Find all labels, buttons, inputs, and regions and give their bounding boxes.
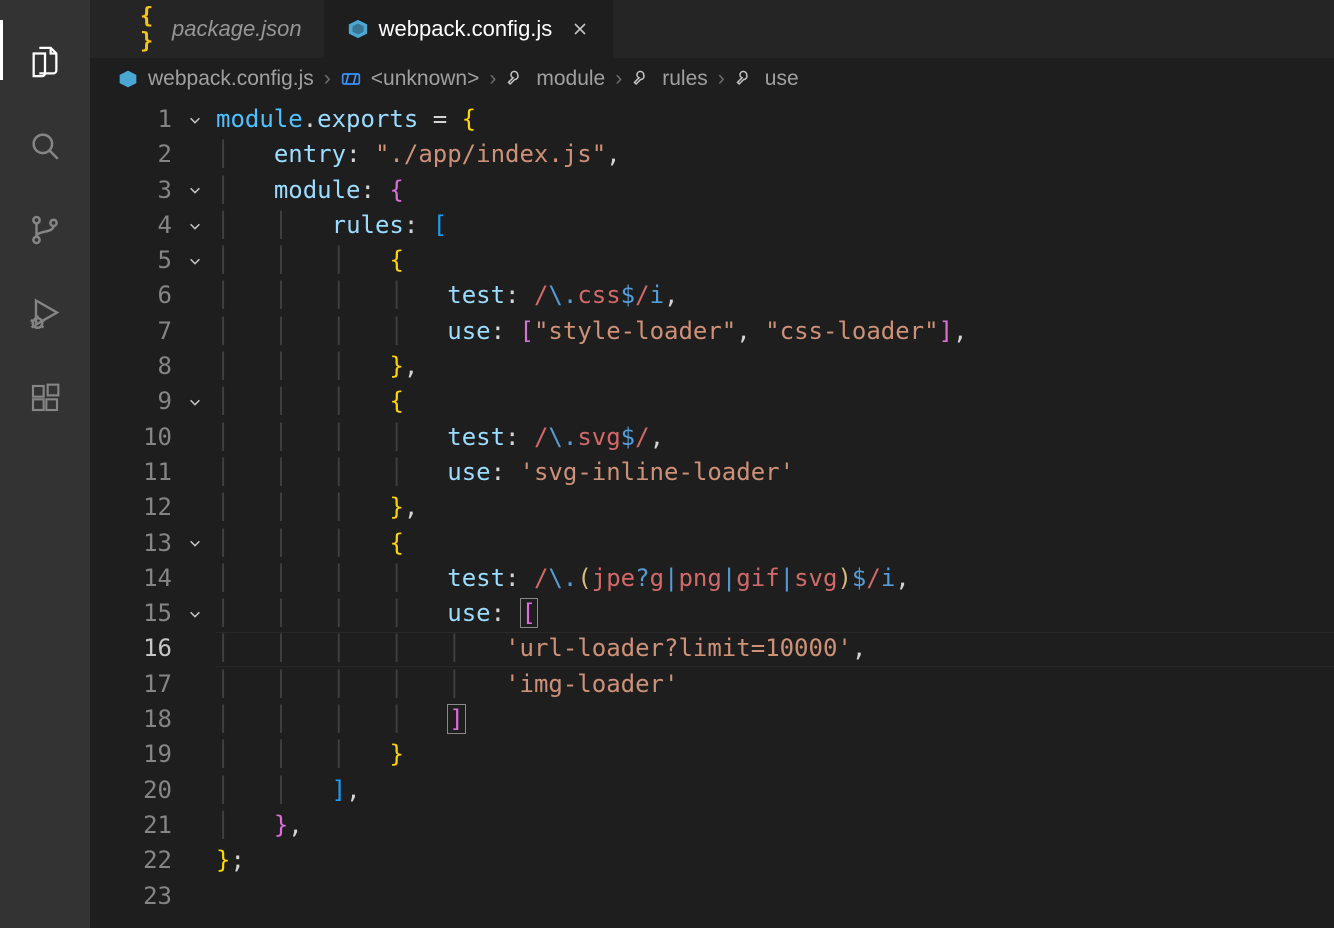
chevron-right-icon: › <box>615 67 622 91</box>
line-number: 11 <box>90 455 216 490</box>
line-number: 12 <box>90 490 216 525</box>
code-line[interactable]: │ │ ], <box>216 773 1334 808</box>
activity-explorer[interactable] <box>21 38 69 86</box>
code-line[interactable] <box>216 879 1334 914</box>
line-number: 10 <box>90 420 216 455</box>
chevron-right-icon: › <box>489 67 496 91</box>
code-line[interactable]: }; <box>216 843 1334 878</box>
code-line[interactable]: │ │ │ │ │ 'img-loader' <box>216 667 1334 702</box>
fold-chevron-icon[interactable] <box>186 102 204 137</box>
tab-webpack-config[interactable]: webpack.config.js <box>325 0 614 58</box>
code-line[interactable]: │ │ │ { <box>216 243 1334 278</box>
tab-package-json[interactable]: { } package.json <box>118 0 325 58</box>
wrench-icon <box>735 69 755 89</box>
symbol-module-icon <box>341 69 361 89</box>
code-line[interactable]: │ │ │ }, <box>216 349 1334 384</box>
breadcrumb-item[interactable]: <unknown> <box>371 67 480 91</box>
line-number: 7 <box>90 314 216 349</box>
webpack-cube-icon <box>347 18 369 40</box>
run-debug-icon <box>27 296 63 332</box>
code-line[interactable]: │ │ │ │ test: /\.svg$/, <box>216 420 1334 455</box>
activity-search[interactable] <box>21 122 69 170</box>
activity-source-control[interactable] <box>21 206 69 254</box>
line-number: 16 <box>90 631 216 666</box>
line-number: 13 <box>90 526 216 561</box>
breadcrumb[interactable]: webpack.config.js › <unknown> › module ›… <box>90 58 1334 100</box>
code-line[interactable]: │ │ │ { <box>216 384 1334 419</box>
files-icon <box>28 45 62 79</box>
line-number: 9 <box>90 384 216 419</box>
line-number: 17 <box>90 667 216 702</box>
fold-chevron-icon[interactable] <box>186 596 204 631</box>
code-line[interactable]: │ │ │ │ test: /\.(jpe?g|png|gif|svg)$/i, <box>216 561 1334 596</box>
code-line[interactable]: │ │ rules: [ <box>216 208 1334 243</box>
close-icon <box>572 21 588 37</box>
line-number: 5 <box>90 243 216 278</box>
line-number-gutter: 1234567891011121314151617181920212223 <box>90 102 216 928</box>
branch-icon <box>28 213 62 247</box>
line-number: 15 <box>90 596 216 631</box>
tab-label: package.json <box>172 16 302 42</box>
fold-chevron-icon[interactable] <box>186 384 204 419</box>
line-number: 14 <box>90 561 216 596</box>
activity-bar <box>0 0 90 928</box>
code-line[interactable]: │ │ │ │ │ 'url-loader?limit=10000', <box>216 631 1334 666</box>
activity-active-indicator <box>0 20 3 80</box>
code-line[interactable]: │ │ │ │ ] <box>216 702 1334 737</box>
editor-area: { } package.json webpack.config.js webpa… <box>90 0 1334 928</box>
code-line[interactable]: │ }, <box>216 808 1334 843</box>
wrench-icon <box>506 69 526 89</box>
line-number: 23 <box>90 879 216 914</box>
search-icon <box>28 129 62 163</box>
line-number: 21 <box>90 808 216 843</box>
breadcrumb-item[interactable]: rules <box>662 67 708 91</box>
line-number: 8 <box>90 349 216 384</box>
code-editor[interactable]: 1234567891011121314151617181920212223 mo… <box>90 100 1334 928</box>
fold-chevron-icon[interactable] <box>186 208 204 243</box>
code-line[interactable]: │ │ │ │ test: /\.css$/i, <box>216 278 1334 313</box>
breadcrumb-item[interactable]: webpack.config.js <box>148 67 314 91</box>
line-number: 4 <box>90 208 216 243</box>
breadcrumb-item[interactable]: module <box>536 67 605 91</box>
code-line[interactable]: │ entry: "./app/index.js", <box>216 137 1334 172</box>
json-braces-icon: { } <box>140 18 162 40</box>
line-number: 20 <box>90 773 216 808</box>
fold-chevron-icon[interactable] <box>186 526 204 561</box>
fold-chevron-icon[interactable] <box>186 243 204 278</box>
code-line[interactable]: │ │ │ } <box>216 737 1334 772</box>
code-line[interactable]: │ │ │ │ use: 'svg-inline-loader' <box>216 455 1334 490</box>
chevron-right-icon: › <box>324 67 331 91</box>
line-number: 19 <box>90 737 216 772</box>
code-line[interactable]: │ │ │ │ use: [ <box>216 596 1334 631</box>
extensions-icon <box>29 382 61 414</box>
tab-bar: { } package.json webpack.config.js <box>90 0 1334 58</box>
line-number: 1 <box>90 102 216 137</box>
breadcrumb-item[interactable]: use <box>765 67 799 91</box>
code-line[interactable]: │ │ │ { <box>216 526 1334 561</box>
line-number: 18 <box>90 702 216 737</box>
fold-chevron-icon[interactable] <box>186 173 204 208</box>
wrench-icon <box>632 69 652 89</box>
tab-close-button[interactable] <box>570 19 590 39</box>
line-number: 22 <box>90 843 216 878</box>
chevron-right-icon: › <box>718 67 725 91</box>
code-line[interactable]: │ │ │ │ use: ["style-loader", "css-loade… <box>216 314 1334 349</box>
webpack-cube-icon <box>118 69 138 89</box>
activity-extensions[interactable] <box>21 374 69 422</box>
code-line[interactable]: │ │ │ }, <box>216 490 1334 525</box>
code-line[interactable]: module.exports = { <box>216 102 1334 137</box>
code-line[interactable]: │ module: { <box>216 173 1334 208</box>
line-number: 2 <box>90 137 216 172</box>
code-content[interactable]: module.exports = {│ entry: "./app/index.… <box>216 102 1334 928</box>
tab-label: webpack.config.js <box>379 16 553 42</box>
line-number: 6 <box>90 278 216 313</box>
activity-run-debug[interactable] <box>21 290 69 338</box>
line-number: 3 <box>90 173 216 208</box>
